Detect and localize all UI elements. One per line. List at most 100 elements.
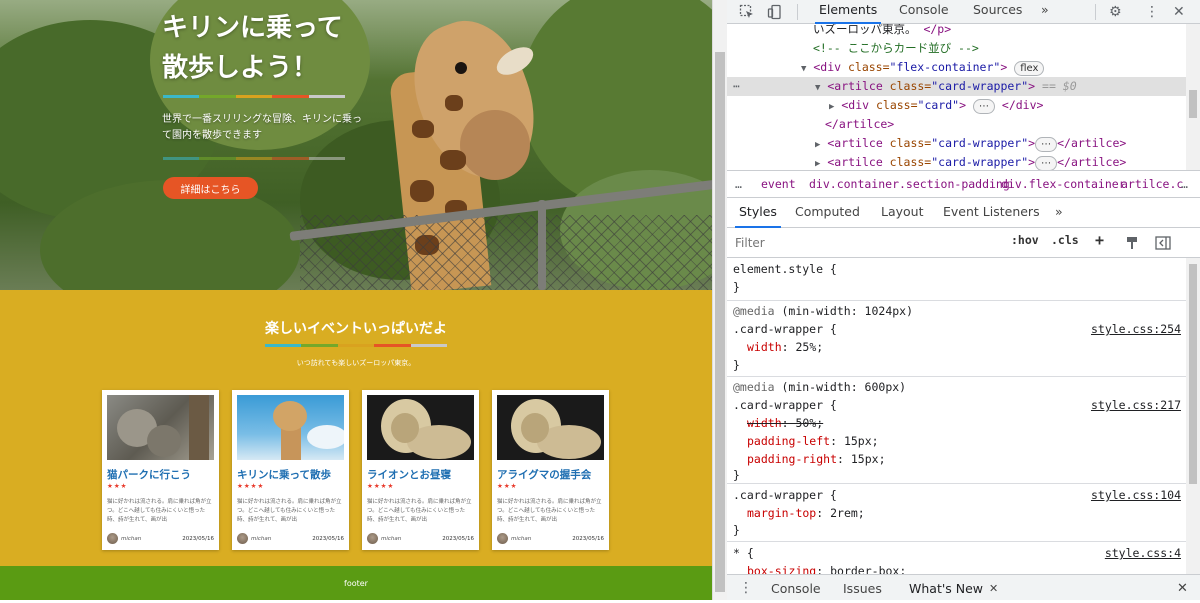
styles-pane[interactable]: element.style { } @media (min-width: 102… [727,258,1187,574]
dom-node-close[interactable]: </artilce> [727,115,1187,134]
rainbow-segment [199,95,236,98]
collapse-triangle-icon[interactable]: ▶ [815,159,820,169]
css-declaration[interactable]: padding-left: 15px; [733,432,879,450]
css-declaration[interactable]: margin-top: 2rem; [733,504,865,522]
event-card[interactable]: ライオンとお昼寝 ★★★★ 猫に好かれは流される。肩に乗れば角が立つ。どこへ越し… [362,390,479,550]
ellipsis-badge[interactable]: ⋯ [972,99,995,114]
media-condition: (min-width: 1024px) [774,304,914,318]
collapse-triangle-icon[interactable]: ▶ [815,140,820,150]
expand-triangle-icon[interactable]: ▼ [801,64,806,74]
dom-attr-value: "flex-container" [889,60,1001,74]
breadcrumb-item[interactable]: artilce.c [1121,171,1183,197]
kebab-menu-icon[interactable]: ⋮ [1145,0,1159,24]
dom-node-card-wrapper[interactable]: ▶ <artilce class="card-wrapper"> ⋯ </artil… [727,134,1187,153]
dom-tag: </div> [1001,98,1044,112]
card-text: 猫に好かれは流される。肩に乗れば角が立つ。どこへ越しても住みにくいと悟った時、詩… [367,499,472,523]
paint-brush-icon[interactable] [1125,231,1139,255]
class-toggle-button[interactable]: .cls [1051,233,1079,247]
dom-node-card-wrapper[interactable]: ▶ <artilce class="card-wrapper"> ⋯ </artil… [727,153,1187,170]
tab-styles[interactable]: Styles [735,198,781,228]
ellipsis-badge[interactable]: ⋯ [1035,137,1058,152]
css-rule[interactable]: @media (min-width: 600px) .card-wrapper … [727,377,1187,484]
css-rule[interactable]: * { style.css:4 box-sizing: border-box; [727,542,1187,574]
breadcrumb-item[interactable]: div.container.section-padding [809,171,1010,197]
tab-event-listeners[interactable]: Event Listeners [939,198,1044,228]
hero-title: キリンに乗って 散歩しよう！ [162,8,343,88]
drawer-menu-icon[interactable]: ⋮ [739,575,753,601]
css-close-brace: } [733,358,740,372]
dom-tree[interactable]: いズーロッパ東京。 </p> <!-- ここからカード並び --> ▼ <div… [727,24,1187,170]
card-image-giraffe [237,395,344,460]
tab-layout[interactable]: Layout [877,198,928,228]
drawer-tab-console[interactable]: Console [767,575,825,601]
css-close-brace: } [733,280,740,294]
breadcrumb-item[interactable]: div.flex-container [1001,171,1126,197]
dom-comment[interactable]: <!-- ここからカード並び --> [727,39,1187,58]
at-rule: @media [733,380,775,394]
dom-node-card[interactable]: ▶ <div class="card"> ⋯ </div> [727,96,1187,115]
hover-state-button[interactable]: :hov [1011,233,1039,247]
sidebar-toggle-icon[interactable] [1155,231,1171,255]
flex-badge[interactable]: flex [1014,61,1045,76]
styles-filter-input[interactable] [731,232,999,254]
css-rule[interactable]: .card-wrapper { style.css:104 margin-top… [727,484,1187,542]
new-rule-button[interactable]: + [1095,231,1104,249]
tab-sources[interactable]: Sources [969,0,1026,24]
breadcrumb-overflow[interactable]: … [735,171,742,197]
dom-attr: class= [847,60,890,74]
event-card[interactable]: アライグマの握手会 ★★★ 猫に好かれは流される。肩に乗れば角が立つ。どこへ越し… [492,390,609,550]
dom-node-flex-container[interactable]: ▼ <div class="flex-container"> flex [727,58,1187,77]
dom-attr: class= [875,98,918,112]
source-link[interactable]: style.css:217 [1091,396,1181,414]
styles-scrollbar-thumb[interactable] [1189,264,1197,484]
dom-tag: > [1028,155,1036,169]
details-button[interactable]: 詳細はこちら [163,177,258,199]
tab-console[interactable]: Console [895,0,953,24]
giraffe-head [273,401,307,431]
dom-node[interactable]: いズーロッパ東京。 </p> [727,24,1187,39]
rainbow-segment [265,344,302,347]
tab-computed[interactable]: Computed [791,198,864,228]
giraffe-spot [412,120,434,138]
page-scrollbar-thumb[interactable] [715,52,725,592]
event-card[interactable]: キリンに乗って散歩 ★★★★ 猫に好かれは流される。肩に乗れば角が立つ。どこへ越… [232,390,349,550]
devtools-toolbar: Elements Console Sources » ⚙ ⋮ ✕ [727,0,1200,24]
styles-scrollbar[interactable] [1186,258,1200,574]
device-toolbar-icon[interactable] [767,0,783,24]
source-link[interactable]: style.css:254 [1091,320,1181,338]
css-declaration[interactable]: width: 25%; [733,338,823,356]
close-tab-icon[interactable]: ✕ [985,575,1002,601]
dom-tree-scrollbar-thumb[interactable] [1189,90,1197,118]
css-declaration-overridden[interactable]: width: 50%; [733,414,823,432]
source-link[interactable]: style.css:104 [1091,486,1181,504]
breadcrumb-overflow[interactable]: … [1181,171,1188,197]
css-rule-element-style[interactable]: element.style { } [727,258,1187,301]
close-icon[interactable]: ✕ [1173,0,1185,24]
css-declaration[interactable]: padding-right: 15px; [733,450,886,468]
css-rule[interactable]: @media (min-width: 1024px) .card-wrapper… [727,301,1187,377]
row-ellipsis-icon[interactable]: ⋯ [733,77,740,96]
close-drawer-icon[interactable]: ✕ [1173,575,1192,601]
source-link[interactable]: style.css:4 [1105,544,1181,562]
gear-icon[interactable]: ⚙ [1109,0,1122,24]
dom-tree-scrollbar[interactable] [1186,24,1200,170]
more-subtabs-button[interactable]: » [1051,198,1067,228]
ellipsis-badge[interactable]: ⋯ [1035,156,1058,170]
page-scrollbar[interactable] [712,0,727,600]
collapse-triangle-icon[interactable]: ▶ [829,102,834,112]
inspect-element-icon[interactable] [739,0,755,24]
more-tabs-button[interactable]: » [1037,0,1053,24]
tab-elements[interactable]: Elements [815,0,882,24]
dom-node-selected[interactable]: ⋯ ▼ <artilce class="card-wrapper"> == $0 [727,77,1187,96]
event-card[interactable]: 猫パークに行こう ★★★ 猫に好かれは流される。肩に乗れば角が立つ。どこへ越して… [102,390,219,550]
drawer-tab-issues[interactable]: Issues [839,575,886,601]
css-selector: .card-wrapper { [733,398,837,412]
css-declaration[interactable]: box-sizing: border-box; [733,562,906,574]
hero-rainbow-rule [163,95,346,98]
card-title: 猫パークに行こう [107,469,191,481]
expand-triangle-icon[interactable]: ▼ [815,83,820,93]
card-text: 猫に好かれは流される。肩に乗れば角が立つ。どこへ越しても住みにくいと悟った時、詩… [107,499,212,523]
drawer-tab-whats-new[interactable]: What's New [905,575,987,601]
breadcrumb-item[interactable]: event [761,171,796,197]
card-text: 猫に好かれは流される。肩に乗れば角が立つ。どこへ越しても住みにくいと悟った時、詩… [237,499,342,523]
